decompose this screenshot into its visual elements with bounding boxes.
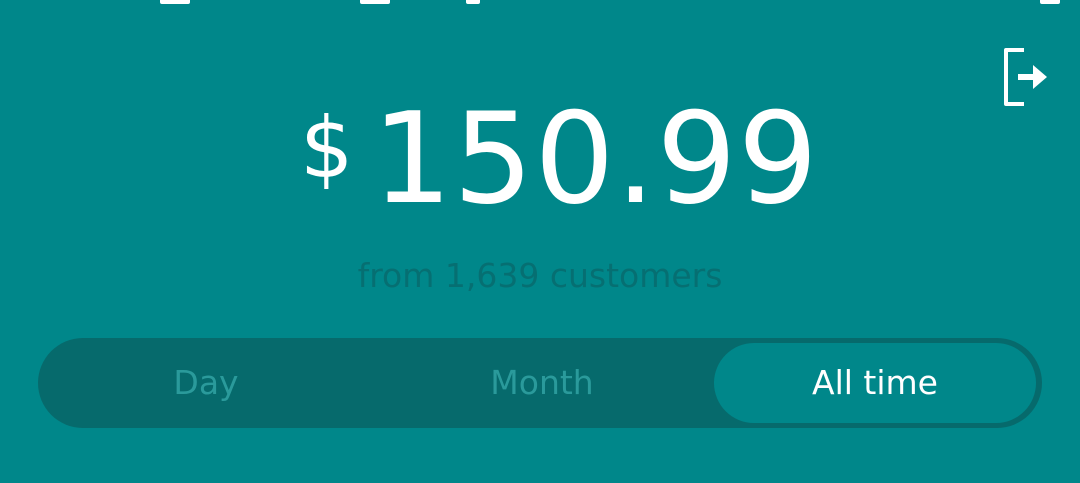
status-bar-icon <box>466 0 480 4</box>
status-bar-icon <box>160 0 190 4</box>
currency-symbol: $ <box>300 99 354 197</box>
customers-subtitle: from 1,639 customers <box>357 256 723 295</box>
status-bar-icon <box>360 0 390 4</box>
tab-all-time[interactable]: All time <box>714 343 1036 423</box>
amount-value: 150.99 <box>372 85 819 232</box>
tab-day[interactable]: Day <box>38 338 374 428</box>
period-selector: Day Month All time <box>38 338 1042 428</box>
status-bar-icon <box>1040 0 1060 4</box>
tab-month[interactable]: Month <box>374 338 710 428</box>
total-amount: $ 150.99 <box>0 96 1080 236</box>
